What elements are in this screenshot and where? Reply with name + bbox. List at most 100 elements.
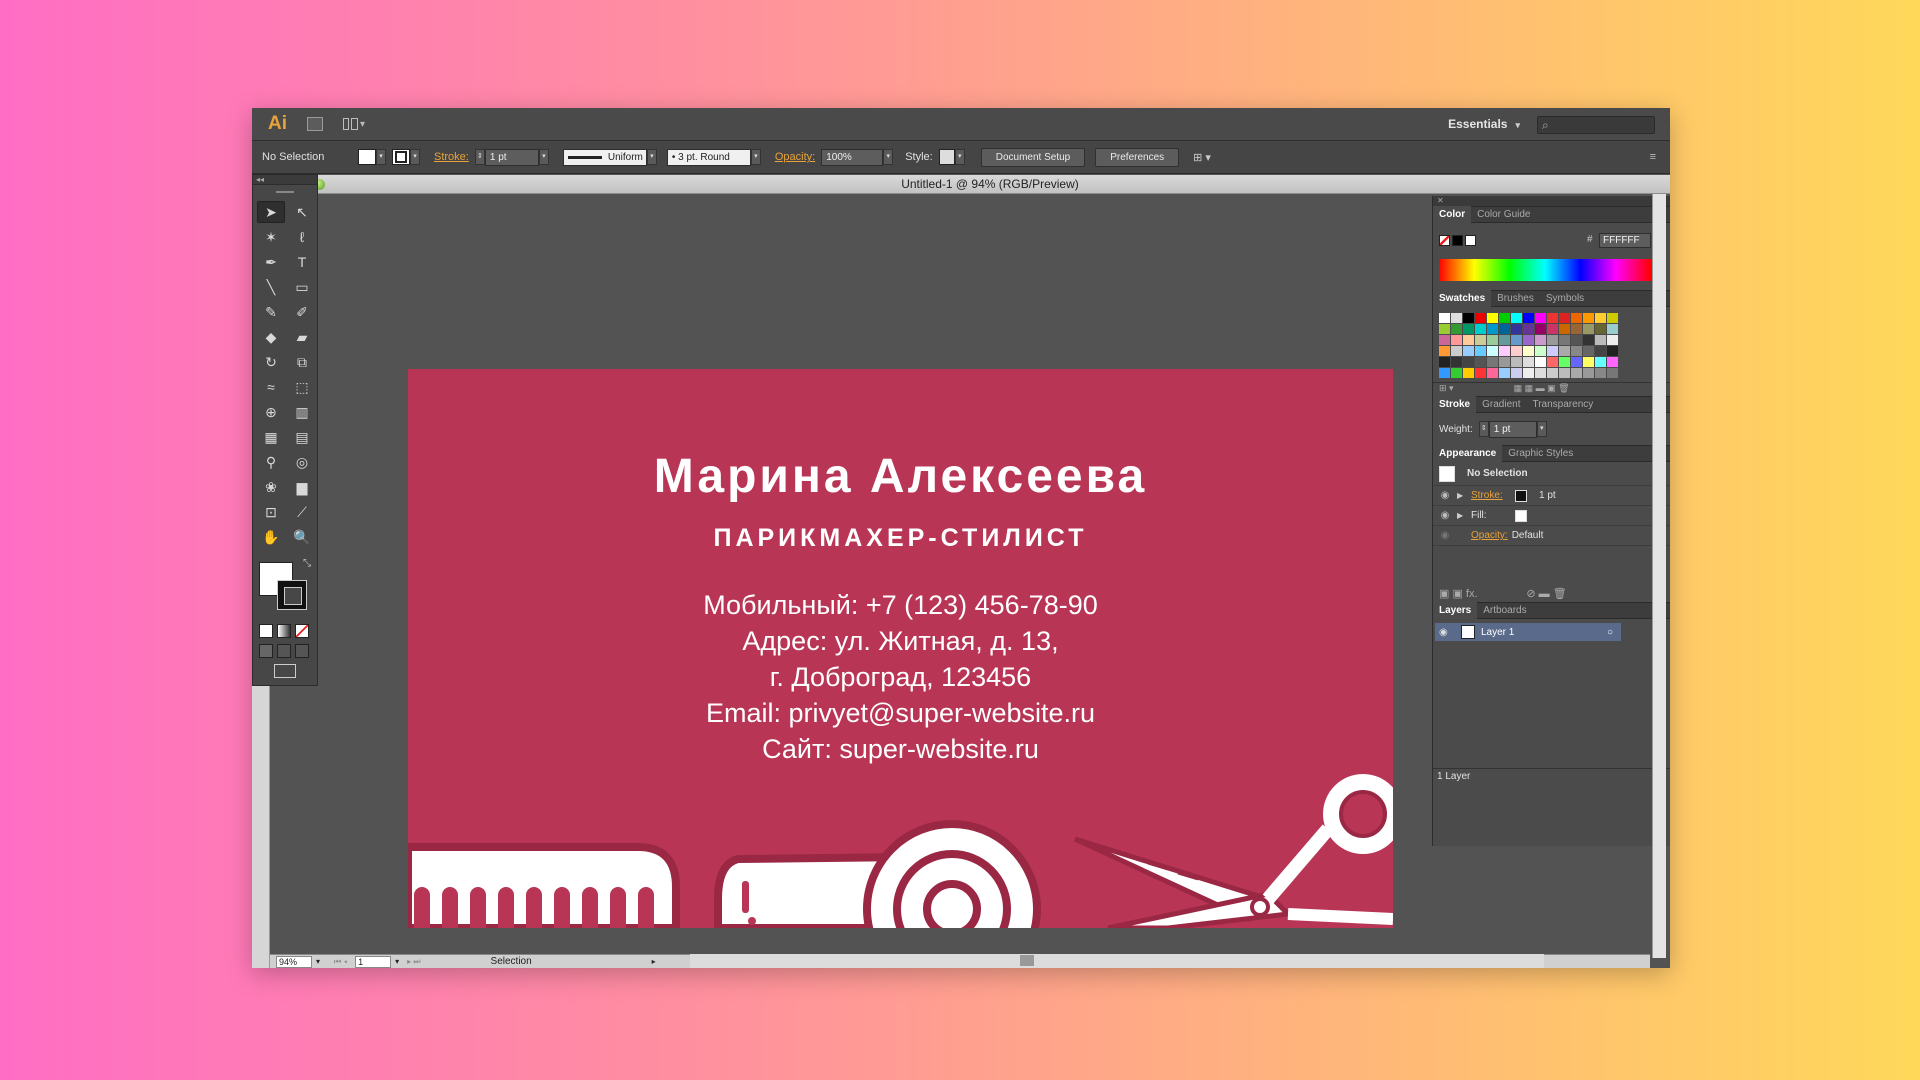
appearance-opacity-label[interactable]: Opacity:: [1471, 530, 1508, 541]
swatch[interactable]: [1439, 313, 1450, 323]
layer-eye-icon[interactable]: ◉: [1439, 627, 1448, 638]
preferences-button[interactable]: Preferences: [1095, 147, 1180, 167]
rotate-tool-icon[interactable]: ↻: [257, 351, 285, 373]
swatch[interactable]: [1475, 346, 1486, 356]
gradient-mode-icon[interactable]: [277, 624, 291, 638]
scale-tool-icon[interactable]: ⧉: [288, 351, 316, 373]
search-input[interactable]: ⌕: [1537, 116, 1655, 134]
swatch[interactable]: [1607, 368, 1618, 378]
draw-inside-icon[interactable]: [295, 644, 309, 658]
swatch[interactable]: [1571, 335, 1582, 345]
white-swatch[interactable]: [1465, 235, 1476, 246]
tab-appearance[interactable]: Appearance: [1433, 445, 1503, 462]
swatch[interactable]: [1583, 324, 1594, 334]
zoom-field[interactable]: 94%: [276, 955, 312, 968]
line-tool-icon[interactable]: ╲: [257, 276, 285, 298]
swatch[interactable]: [1451, 346, 1462, 356]
width-tool-icon[interactable]: ≈: [257, 376, 285, 398]
weight-stepper[interactable]: ⇕: [1478, 421, 1489, 437]
swap-icon[interactable]: ⤡: [303, 558, 311, 569]
swatch[interactable]: [1463, 357, 1474, 367]
blend-tool-icon[interactable]: ◎: [288, 451, 316, 473]
swatch[interactable]: [1571, 313, 1582, 323]
opacity-field[interactable]: 100%: [821, 148, 884, 166]
swatch[interactable]: [1547, 324, 1558, 334]
expand-arrow-icon[interactable]: ▶: [1457, 491, 1471, 500]
layer-name[interactable]: Layer 1: [1481, 627, 1514, 638]
screen-mode-icon[interactable]: [274, 664, 296, 678]
layer-row[interactable]: ◉ Layer 1 ○: [1435, 623, 1621, 641]
swatch[interactable]: [1547, 368, 1558, 378]
swatch[interactable]: [1451, 357, 1462, 367]
swatch[interactable]: [1523, 368, 1534, 378]
fill-dropdown[interactable]: ▾: [376, 149, 386, 165]
artboard-dropdown-icon[interactable]: ▾: [395, 957, 399, 966]
swatch[interactable]: [1475, 368, 1486, 378]
draw-normal-icon[interactable]: [259, 644, 273, 658]
none-swatch-icon[interactable]: [1439, 235, 1450, 246]
swatch[interactable]: [1535, 357, 1546, 367]
style-dropdown[interactable]: ▾: [954, 149, 965, 165]
swatch[interactable]: [1595, 368, 1606, 378]
tab-transparency[interactable]: Transparency: [1526, 396, 1599, 413]
swatch[interactable]: [1499, 346, 1510, 356]
tab-stroke[interactable]: Stroke: [1433, 396, 1477, 413]
tab-brushes[interactable]: Brushes: [1491, 290, 1540, 307]
artboard[interactable]: Марина Алексеева ПАРИКМАХЕР-СТИЛИСТ Моби…: [408, 369, 1393, 928]
rectangle-tool-icon[interactable]: ▭: [288, 276, 316, 298]
lasso-tool-icon[interactable]: ℓ: [288, 226, 316, 248]
weight-dropdown[interactable]: ▾: [1536, 421, 1547, 437]
swatch[interactable]: [1523, 313, 1534, 323]
swatch[interactable]: [1511, 324, 1522, 334]
swatch[interactable]: [1523, 324, 1534, 334]
swatch[interactable]: [1475, 357, 1486, 367]
swatch[interactable]: [1535, 324, 1546, 334]
artboard-tool-icon[interactable]: ⊡: [257, 501, 285, 523]
swatch[interactable]: [1475, 324, 1486, 334]
swatch[interactable]: [1595, 335, 1606, 345]
swatch[interactable]: [1559, 357, 1570, 367]
swatch[interactable]: [1439, 335, 1450, 345]
pen-tool-icon[interactable]: ✒: [257, 251, 285, 273]
appearance-opacity-row[interactable]: ◉ Opacity: Default: [1433, 526, 1670, 546]
swatch[interactable]: [1595, 324, 1606, 334]
paintbrush-tool-icon[interactable]: ✎: [257, 301, 285, 323]
swatch[interactable]: [1571, 357, 1582, 367]
swatch[interactable]: [1451, 324, 1462, 334]
swatch[interactable]: [1595, 346, 1606, 356]
swatch[interactable]: [1559, 324, 1570, 334]
stroke-profile-select[interactable]: Uniform: [562, 148, 647, 166]
status-menu-icon[interactable]: ▸: [652, 957, 656, 966]
tab-artboards[interactable]: Artboards: [1477, 602, 1532, 619]
swatch[interactable]: [1595, 357, 1606, 367]
control-bar-menu-icon[interactable]: ≡: [1650, 151, 1656, 163]
swatch[interactable]: [1535, 368, 1546, 378]
swatch[interactable]: [1559, 346, 1570, 356]
swatch[interactable]: [1487, 324, 1498, 334]
swatch[interactable]: [1451, 335, 1462, 345]
visibility-eye-icon[interactable]: ◉: [1433, 510, 1457, 521]
swatch[interactable]: [1559, 368, 1570, 378]
direct-selection-tool-icon[interactable]: ↖: [288, 201, 316, 223]
tab-color-guide[interactable]: Color Guide: [1471, 206, 1536, 223]
document-tab[interactable]: Untitled-1 @ 94% (RGB/Preview): [310, 175, 1670, 194]
tools-panel-handle[interactable]: [276, 191, 294, 193]
swatch[interactable]: [1583, 357, 1594, 367]
swatch[interactable]: [1487, 335, 1498, 345]
swatch[interactable]: [1475, 335, 1486, 345]
swatch[interactable]: [1595, 313, 1606, 323]
opacity-link[interactable]: Opacity:: [775, 151, 815, 163]
swatch[interactable]: [1511, 346, 1522, 356]
swatch[interactable]: [1487, 357, 1498, 367]
swatch[interactable]: [1523, 357, 1534, 367]
symbol-sprayer-tool-icon[interactable]: ❀: [257, 476, 285, 498]
tab-symbols[interactable]: Symbols: [1540, 290, 1590, 307]
swatch[interactable]: [1547, 346, 1558, 356]
swatch[interactable]: [1607, 335, 1618, 345]
column-graph-tool-icon[interactable]: ▆: [288, 476, 316, 498]
brush-dropdown[interactable]: ▾: [750, 149, 761, 165]
swatch[interactable]: [1487, 368, 1498, 378]
swatch[interactable]: [1559, 335, 1570, 345]
zoom-dropdown-icon[interactable]: ▾: [316, 957, 320, 966]
swatch[interactable]: [1439, 346, 1450, 356]
